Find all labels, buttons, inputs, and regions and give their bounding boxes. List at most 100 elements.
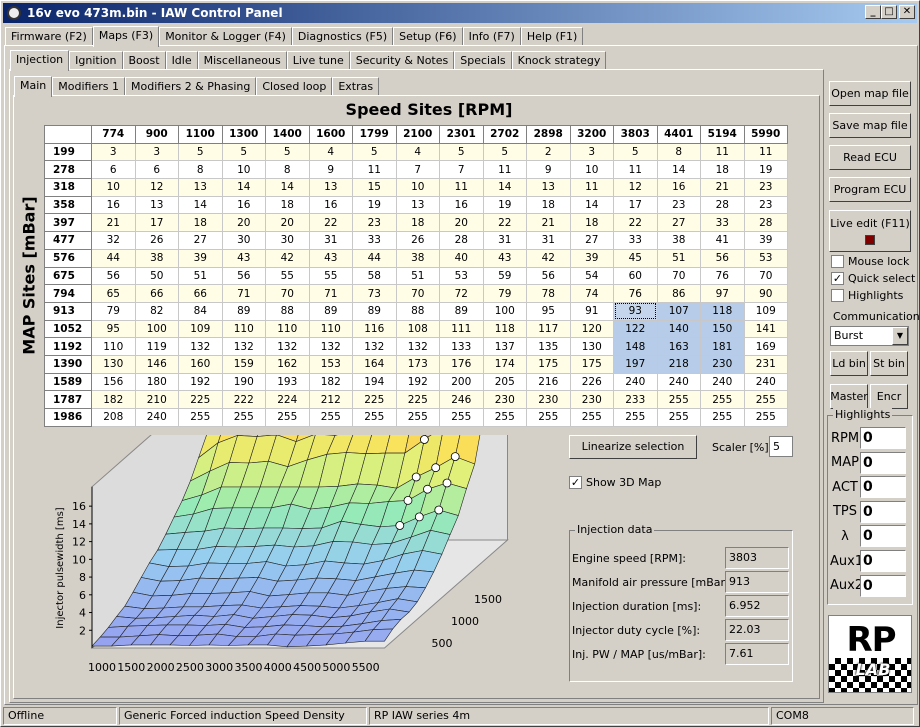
map-cell[interactable]: 28	[439, 231, 484, 250]
read-ecu-button[interactable]: Read ECU	[829, 145, 911, 170]
map-cell[interactable]: 230	[700, 354, 745, 374]
map-cell[interactable]: 255	[308, 408, 353, 427]
map-cell[interactable]: 9	[526, 160, 571, 180]
map-cell[interactable]: 30	[265, 231, 310, 250]
close-button[interactable]: ✕	[899, 5, 915, 19]
map-site-header[interactable]: 1589	[44, 372, 92, 392]
rpm-site-header[interactable]: 2702	[482, 125, 527, 144]
map-cell[interactable]: 255	[352, 408, 397, 427]
map-cell[interactable]: 21	[700, 178, 745, 197]
map-cell[interactable]: 255	[482, 408, 527, 427]
map-cell[interactable]: 4	[395, 142, 440, 162]
map-cell[interactable]: 8	[265, 160, 310, 180]
map-cell[interactable]: 110	[308, 319, 353, 339]
tab-modifiers-2-phasing[interactable]: Modifiers 2 & Phasing	[124, 77, 257, 96]
map-cell[interactable]: 255	[656, 390, 701, 409]
map-cell[interactable]: 231	[743, 354, 788, 374]
map-cell[interactable]: 218	[656, 354, 701, 374]
program-ecu-button[interactable]: Program ECU	[829, 177, 911, 202]
map-cell[interactable]: 175	[569, 354, 614, 374]
map-cell[interactable]: 5	[352, 142, 397, 162]
map-cell[interactable]: 38	[395, 248, 440, 268]
map-cell[interactable]: 140	[656, 319, 701, 339]
map-cell[interactable]: 89	[221, 301, 266, 321]
map-cell[interactable]: 27	[178, 231, 223, 250]
map-site-header[interactable]: 1390	[44, 354, 92, 374]
map-cell[interactable]: 109	[743, 301, 788, 321]
map-cell[interactable]: 60	[613, 266, 658, 286]
map-cell[interactable]: 14	[482, 178, 527, 197]
map-cell[interactable]: 14	[656, 160, 701, 180]
map-cell[interactable]: 70	[265, 284, 310, 303]
store-bin-button[interactable]: St bin	[870, 351, 908, 376]
map-cell[interactable]: 132	[265, 337, 310, 356]
map-site-header[interactable]: 576	[44, 248, 92, 268]
map-cell[interactable]: 240	[743, 372, 788, 392]
map-cell[interactable]: 18	[526, 195, 571, 215]
map-cell[interactable]: 192	[395, 372, 440, 392]
rpm-site-header[interactable]: 3200	[569, 125, 614, 144]
map-cell[interactable]: 22	[613, 213, 658, 233]
map-cell[interactable]: 135	[526, 337, 571, 356]
map-cell[interactable]: 30	[221, 231, 266, 250]
map-cell[interactable]: 18	[700, 160, 745, 180]
map-cell[interactable]: 133	[439, 337, 484, 356]
map-cell[interactable]: 90	[743, 284, 788, 303]
map-cell[interactable]: 51	[395, 266, 440, 286]
map-cell[interactable]: 255	[439, 408, 484, 427]
map-cell[interactable]: 230	[526, 390, 571, 409]
map-cell[interactable]: 84	[178, 301, 223, 321]
map-cell[interactable]: 44	[352, 248, 397, 268]
map-cell[interactable]: 23	[743, 178, 788, 197]
map-cell[interactable]: 26	[134, 231, 179, 250]
rpm-site-header[interactable]: 1400	[265, 125, 310, 144]
encrypt-button[interactable]: Encr	[870, 384, 908, 409]
map-site-header[interactable]: 278	[44, 160, 92, 180]
map-cell[interactable]: 120	[569, 319, 614, 339]
map-cell[interactable]: 3	[134, 142, 179, 162]
map-cell[interactable]: 54	[569, 266, 614, 286]
tab-diagnostics[interactable]: Diagnostics (F5)	[291, 27, 394, 46]
tab-extras[interactable]: Extras	[332, 77, 380, 96]
map-cell[interactable]: 110	[221, 319, 266, 339]
rpm-site-header[interactable]: 5194	[700, 125, 745, 144]
map-site-header[interactable]: 913	[44, 301, 92, 321]
map-cell[interactable]: 44	[91, 248, 136, 268]
map-cell[interactable]: 79	[91, 301, 136, 321]
map-cell[interactable]: 205	[482, 372, 527, 392]
map-site-header[interactable]: 358	[44, 195, 92, 215]
map-cell[interactable]: 18	[569, 213, 614, 233]
map-cell[interactable]: 216	[526, 372, 571, 392]
map-cell[interactable]: 88	[265, 301, 310, 321]
save-map-file-button[interactable]: Save map file	[829, 113, 911, 138]
map-cell[interactable]: 3	[569, 142, 614, 162]
show-3d-map-checkbox[interactable]: ✓ Show 3D Map	[569, 476, 661, 489]
map-cell[interactable]: 56	[700, 248, 745, 268]
rpm-site-header[interactable]: 900	[134, 125, 179, 144]
map-cell[interactable]: 100	[482, 301, 527, 321]
highlights-box[interactable]	[831, 289, 844, 302]
map-cell[interactable]: 66	[134, 284, 179, 303]
tab-help[interactable]: Help (F1)	[520, 27, 584, 46]
map-cell[interactable]: 53	[439, 266, 484, 286]
map-cell[interactable]: 22	[482, 213, 527, 233]
map-cell[interactable]: 11	[439, 178, 484, 197]
map-cell[interactable]: 255	[700, 390, 745, 409]
map-cell[interactable]: 70	[743, 266, 788, 286]
tab-closed-loop[interactable]: Closed loop	[256, 77, 333, 96]
map-cell[interactable]: 230	[569, 390, 614, 409]
rpm-site-header[interactable]: 5990	[743, 125, 788, 144]
map-cell[interactable]: 130	[569, 337, 614, 356]
maximize-button[interactable]: □	[881, 5, 897, 19]
map-cell[interactable]: 117	[526, 319, 571, 339]
map-cell[interactable]: 55	[308, 266, 353, 286]
tab-info[interactable]: Info (F7)	[462, 27, 521, 46]
map-cell[interactable]: 27	[656, 213, 701, 233]
map-cell[interactable]: 89	[352, 301, 397, 321]
map-cell[interactable]: 141	[743, 319, 788, 339]
map-cell[interactable]: 15	[352, 178, 397, 197]
map-cell[interactable]: 95	[526, 301, 571, 321]
map-cell[interactable]: 11	[613, 160, 658, 180]
map-site-header[interactable]: 1787	[44, 390, 92, 409]
tab-idle[interactable]: Idle	[165, 51, 198, 70]
